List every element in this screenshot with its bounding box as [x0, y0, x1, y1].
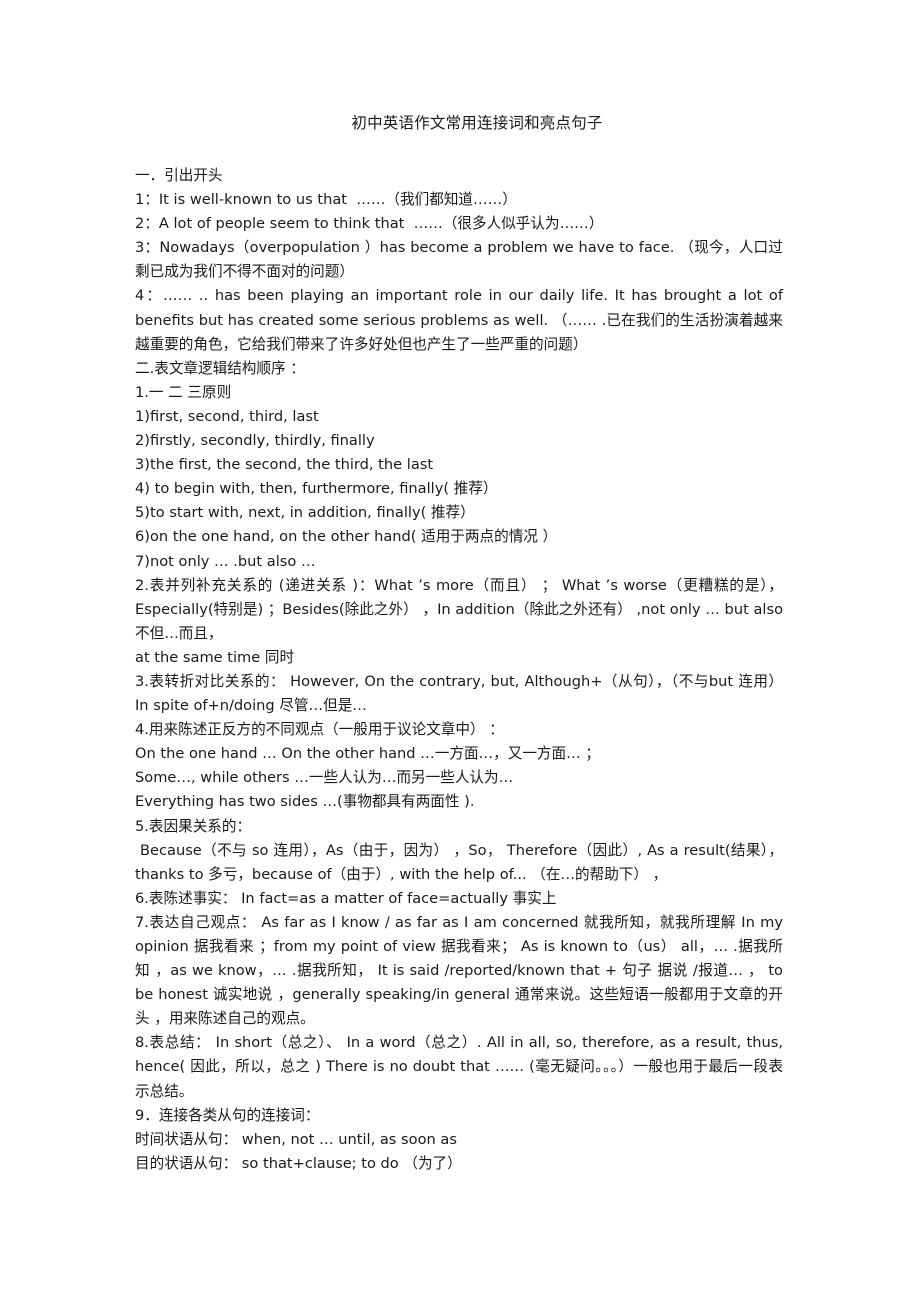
body-line: 目的状语从句： so that+clause; to do （为了） — [135, 1154, 462, 1172]
body-line: 2)firstly, secondly, thirdly, finally — [135, 432, 375, 450]
body-paragraph: 7.表达自己观点： As far as I know / as far as I… — [135, 913, 788, 1028]
body-line: 时间状语从句： when, not … until, as soon as — [135, 1130, 457, 1148]
body-line: 1.一 二 三原则 — [135, 383, 232, 401]
body-line: 4) to begin with, then, furthermore, fin… — [135, 480, 498, 498]
content-block-list: 一．引出开头 1：It is well-known to us that ……（我… — [135, 164, 783, 1176]
body-line: Some…, while others …一些人认为…而另一些人认为… — [135, 769, 514, 787]
body-line: On the one hand … On the other hand …一方面… — [135, 745, 600, 763]
body-line: 2：A lot of people seem to think that ……（… — [135, 215, 604, 233]
document-page: 初中英语作文常用连接词和亮点句子 一．引出开头 1：It is well-know… — [0, 0, 920, 1302]
body-line: at the same time 同时 — [135, 648, 295, 666]
body-paragraph: 8.表总结： In short（总之）、 In a word（总之）. All … — [135, 1034, 788, 1100]
body-line: 7)not only … .but also … — [135, 552, 316, 570]
body-line: Everything has two sides …(事物都具有两面性 ). — [135, 793, 475, 811]
body-paragraph: 2.表并列补充关系的 (递进关系 )：What ’s more（而且） ； Wh… — [135, 576, 788, 642]
document-body: 初中英语作文常用连接词和亮点句子 一．引出开头 1：It is well-know… — [135, 112, 783, 1176]
body-paragraph: 3：Nowadays（overpopulation ）has become a … — [135, 239, 783, 281]
body-line: 4.用来陈述正反方的不同观点（一般用于议论文章中） ： — [135, 721, 504, 739]
body-line: 1)first, second, third, last — [135, 407, 319, 425]
body-line: 一．引出开头 — [135, 167, 223, 184]
body-line: 6.表陈述事实： In fact=as a matter of face=act… — [135, 889, 557, 907]
body-line: 二.表文章逻辑结构顺序 ： — [135, 359, 305, 377]
body-line: 3)the first, the second, the third, the … — [135, 456, 434, 474]
body-paragraph: Because（不与 so 连用），As（由于，因为） ，So， Therefo… — [135, 841, 784, 883]
body-line: 9．连接各类从句的连接词： — [135, 1106, 320, 1124]
body-line: 6)on the one hand, on the other hand( 适用… — [135, 528, 558, 546]
body-line: 5.表因果关系的： — [135, 817, 252, 835]
body-paragraph: 4：…… .. has been playing an important ro… — [135, 287, 788, 353]
body-paragraph: 3.表转折对比关系的： However, On the contrary, bu… — [135, 672, 788, 715]
body-line: 1：It is well-known to us that ……（我们都知道……… — [135, 191, 517, 209]
body-line: 5)to start with, next, in addition, fina… — [135, 504, 475, 522]
page-title: 初中英语作文常用连接词和亮点句子 — [351, 114, 603, 132]
